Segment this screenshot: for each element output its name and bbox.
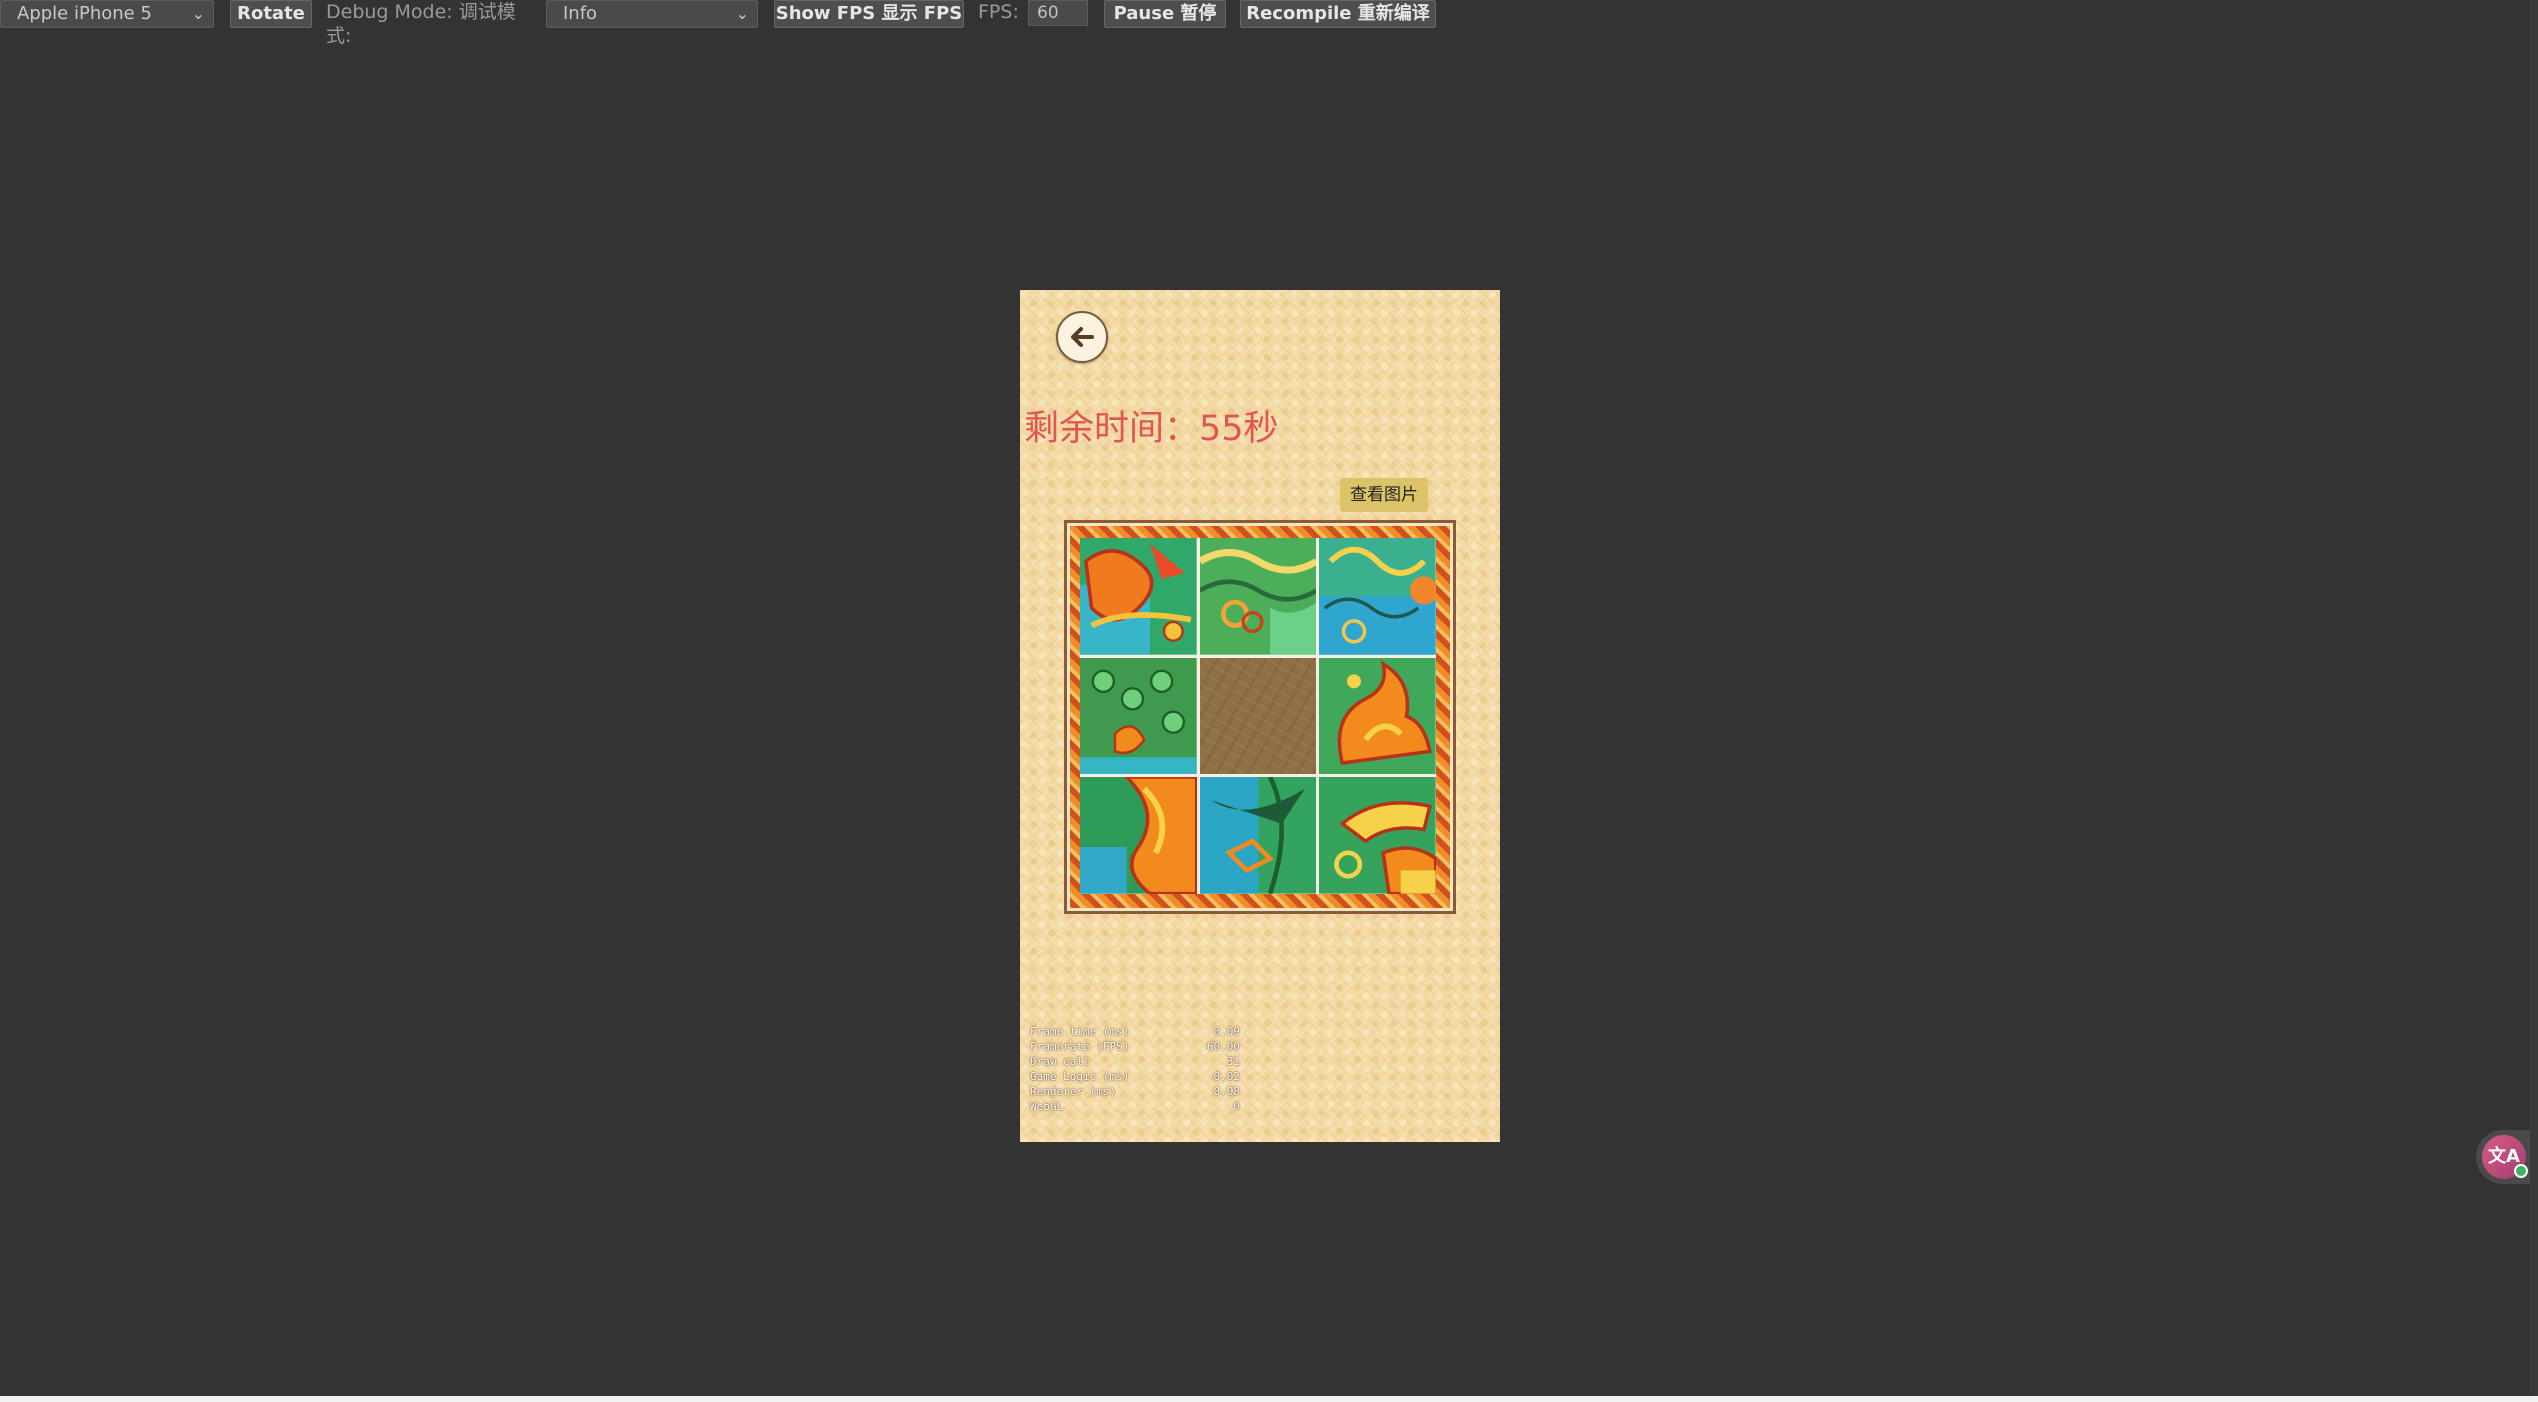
stat-row: Frame time (ms) 0.09 xyxy=(1030,1024,1240,1039)
chevron-down-icon: ⌄ xyxy=(191,4,205,23)
puzzle-tile-7[interactable] xyxy=(1199,777,1317,894)
stat-label: Frame time (ms) xyxy=(1030,1025,1130,1038)
view-image-button[interactable]: 查看图片 xyxy=(1340,478,1428,512)
puzzle-tile-1[interactable] xyxy=(1080,538,1197,655)
stat-value: 31 xyxy=(1226,1055,1240,1068)
stat-value: 0 xyxy=(1233,1100,1240,1113)
stat-label: Draw call xyxy=(1030,1055,1090,1068)
simulator-toolbar: Apple iPhone 5 ⌄ Rotate Debug Mode: 调试模式… xyxy=(0,0,1440,47)
stat-label: Game Logic (ms) xyxy=(1030,1070,1130,1083)
chevron-down-icon: ⌄ xyxy=(735,4,749,23)
show-fps-button[interactable]: Show FPS 显示 FPS xyxy=(774,0,964,28)
countdown-timer: 剩余时间：55秒 xyxy=(1024,409,1279,449)
stat-label: Renderer (ms) xyxy=(1030,1085,1117,1098)
stat-label: Framerate (FPS) xyxy=(1030,1040,1130,1053)
debug-mode-select-value: Info xyxy=(563,3,598,24)
arrow-left-icon xyxy=(1071,327,1094,347)
stat-value: 0.02 xyxy=(1213,1070,1241,1083)
rotate-button[interactable]: Rotate xyxy=(230,0,312,28)
stat-row: Draw call 31 xyxy=(1030,1054,1240,1069)
recompile-button[interactable]: Recompile 重新编译 xyxy=(1240,0,1436,28)
debug-mode-select[interactable]: Info ⌄ xyxy=(546,0,758,28)
device-select-value: Apple iPhone 5 xyxy=(17,3,152,24)
back-button[interactable] xyxy=(1056,311,1108,363)
fps-input[interactable]: 60 xyxy=(1028,0,1088,26)
stat-value: 0.08 xyxy=(1213,1085,1241,1098)
stat-value: 0.09 xyxy=(1213,1025,1241,1038)
puzzle-tile-6[interactable] xyxy=(1080,777,1197,894)
check-icon xyxy=(2514,1164,2528,1178)
stat-row: WebGL 0 xyxy=(1030,1099,1240,1114)
game-canvas[interactable]: 剩余时间：55秒 查看图片 Frame time (ms) 0.09 Frame… xyxy=(1020,290,1500,1142)
pause-button[interactable]: Pause 暂停 xyxy=(1104,0,1226,28)
device-select[interactable]: Apple iPhone 5 ⌄ xyxy=(0,0,214,28)
stat-row: Framerate (FPS) 60.00 xyxy=(1030,1039,1240,1054)
debug-mode-label: Debug Mode: 调试模式: xyxy=(326,1,516,47)
stat-row: Game Logic (ms) 0.02 xyxy=(1030,1069,1240,1084)
puzzle-tile-2[interactable] xyxy=(1199,538,1317,655)
translate-button[interactable]: 文A xyxy=(2476,1130,2538,1184)
puzzle-tile-5[interactable] xyxy=(1319,657,1436,775)
puzzle-board xyxy=(1080,538,1436,894)
puzzle-tile-8[interactable] xyxy=(1319,777,1436,894)
fps-label: FPS: xyxy=(978,1,1019,23)
window-bottom-border xyxy=(0,1396,2538,1402)
stat-label: WebGL xyxy=(1030,1100,1064,1113)
window-edge xyxy=(2530,0,2538,1396)
puzzle-tile-4[interactable] xyxy=(1080,657,1197,775)
debug-stats-overlay: Frame time (ms) 0.09 Framerate (FPS) 60.… xyxy=(1030,1024,1240,1114)
stat-value: 60.00 xyxy=(1206,1040,1240,1053)
puzzle-tile-3[interactable] xyxy=(1319,538,1436,655)
stat-row: Renderer (ms) 0.08 xyxy=(1030,1084,1240,1099)
puzzle-empty-slot[interactable] xyxy=(1199,657,1317,775)
